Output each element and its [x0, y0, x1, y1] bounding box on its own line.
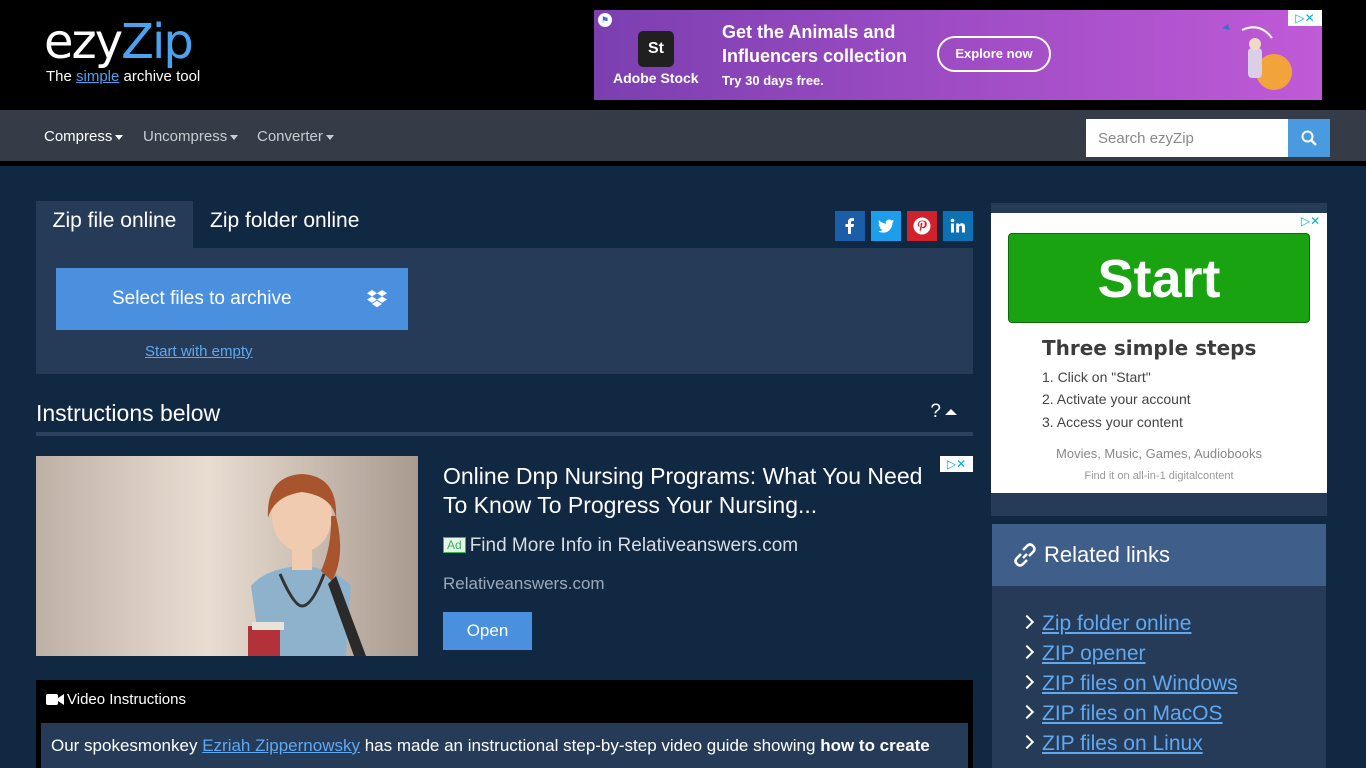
caret-down-icon [230, 134, 239, 140]
tab-zip-file-online[interactable]: Zip file online [36, 201, 193, 248]
nav-compress[interactable]: Compress [44, 128, 124, 145]
main-navbar: Compress Uncompress Converter [0, 110, 1366, 166]
upload-panel: Select files to archive Start with empty [36, 248, 973, 374]
search-icon [1301, 130, 1317, 146]
select-files-label: Select files to archive [112, 288, 292, 309]
ad-step: 3. Access your content [1042, 414, 1183, 430]
ezyzip-logo[interactable]: ezyZip The simple archive tool [44, 14, 214, 94]
ad-close-icon[interactable]: ▷✕ [1294, 213, 1327, 229]
ad-badge: Ad [443, 537, 466, 553]
ad-description: Ad Find More Info in Relativeanswers.com [443, 535, 798, 557]
instructions-heading: Instructions below ? [36, 396, 973, 436]
instructions-toggle[interactable]: ? [930, 401, 957, 423]
ad-domain: Relativeanswers.com [443, 574, 605, 593]
select-files-button[interactable]: Select files to archive [56, 268, 408, 330]
chevron-right-icon [1019, 644, 1035, 660]
related-links-list: Zip folder online ZIP opener ZIP files o… [1019, 612, 1238, 762]
ad-footer-text: Movies, Music, Games, Audiobooks [1056, 446, 1262, 461]
related-links-heading: Related links [992, 524, 1326, 586]
related-link[interactable]: Zip folder online [1042, 612, 1191, 635]
nurse-illustration [36, 456, 418, 656]
caret-down-icon [325, 134, 334, 140]
pinterest-icon [913, 217, 931, 235]
chevron-right-icon [1019, 704, 1035, 720]
logo-wordmark: ezyZip [44, 14, 194, 70]
facebook-icon [845, 218, 854, 234]
search-button[interactable] [1288, 119, 1330, 157]
caret-down-icon [115, 134, 124, 140]
search-input[interactable] [1086, 119, 1288, 157]
related-link-item: ZIP files on MacOS [1019, 702, 1238, 732]
video-instructions: Video Instructions Our spokesmonkey Ezri… [36, 680, 973, 768]
linkedin-share-button[interactable] [943, 211, 973, 241]
link-icon [1014, 543, 1036, 567]
ad-open-button[interactable]: Open [443, 612, 532, 650]
spokesmonkey-link[interactable]: Ezriah Zippernowsky [202, 736, 360, 755]
pinterest-share-button[interactable] [907, 211, 937, 241]
site-header: ezyZip The simple archive tool ⚑ St Adob… [0, 0, 1366, 110]
ad-illustration [1222, 24, 1292, 90]
nav-converter[interactable]: Converter [257, 128, 334, 145]
nav-uncompress[interactable]: Uncompress [143, 128, 239, 145]
adobe-stock-logo: St [638, 31, 674, 67]
ad-subtext: Try 30 days free. [722, 73, 824, 88]
facebook-share-button[interactable] [835, 211, 865, 241]
explore-now-button[interactable]: Explore now [937, 36, 1051, 72]
ad-step: 1. Click on "Start" [1042, 369, 1151, 385]
video-camera-icon [46, 694, 64, 705]
caret-up-icon [945, 408, 957, 415]
related-link-item: ZIP files on Windows [1019, 672, 1238, 702]
sidebar-ad[interactable]: ▷✕ Start Three simple steps 1. Click on … [991, 213, 1327, 493]
video-description: Our spokesmonkey Ezriah Zippernowsky has… [41, 723, 968, 768]
top-banner-ad[interactable]: ⚑ St Adobe Stock Get the Animals and Inf… [594, 10, 1322, 100]
related-link[interactable]: ZIP files on Windows [1042, 672, 1238, 695]
ad-steps-title: Three simple steps [1042, 336, 1257, 360]
related-link-item: ZIP files on Linux [1019, 732, 1238, 762]
related-links-panel: Related links Zip folder online ZIP open… [992, 524, 1326, 768]
sidebar-ad-container: ▷✕ Start Three simple steps 1. Click on … [991, 203, 1327, 516]
video-instructions-heading: Video Instructions [46, 691, 186, 708]
twitter-icon [878, 219, 894, 233]
ad-close-icon[interactable]: ▷✕ [940, 456, 973, 472]
start-with-empty-link[interactable]: Start with empty [145, 343, 253, 360]
chevron-right-icon [1019, 614, 1035, 630]
ad-headline: Get the Animals and Influencers collecti… [722, 22, 908, 66]
logo-tagline: The simple archive tool [46, 68, 201, 85]
related-link[interactable]: ZIP opener [1042, 642, 1146, 665]
ad-footer-subtext: Find it on all-in-1 digitalcontent [1084, 470, 1234, 482]
related-link-item: Zip folder online [1019, 612, 1238, 642]
chevron-right-icon [1019, 734, 1035, 750]
instructions-title: Instructions below [36, 400, 221, 426]
twitter-share-button[interactable] [871, 211, 901, 241]
ad-title[interactable]: Online Dnp Nursing Programs: What You Ne… [443, 462, 923, 520]
ad-choices-icon[interactable]: ⚑ [598, 13, 612, 27]
native-ad[interactable]: Online Dnp Nursing Programs: What You Ne… [36, 456, 973, 656]
related-link[interactable]: ZIP files on Linux [1042, 732, 1203, 755]
chevron-right-icon [1019, 674, 1035, 690]
dropbox-icon[interactable] [366, 290, 388, 309]
ad-start-button[interactable]: Start [1008, 233, 1310, 323]
ad-brand: Adobe Stock [613, 70, 699, 86]
ad-photo-nurse[interactable] [36, 456, 418, 656]
tab-zip-folder-online[interactable]: Zip folder online [210, 201, 359, 248]
linkedin-icon [950, 218, 965, 233]
related-link-item: ZIP opener [1019, 642, 1238, 672]
ad-step: 2. Activate your account [1042, 391, 1191, 407]
related-link[interactable]: ZIP files on MacOS [1042, 702, 1223, 725]
